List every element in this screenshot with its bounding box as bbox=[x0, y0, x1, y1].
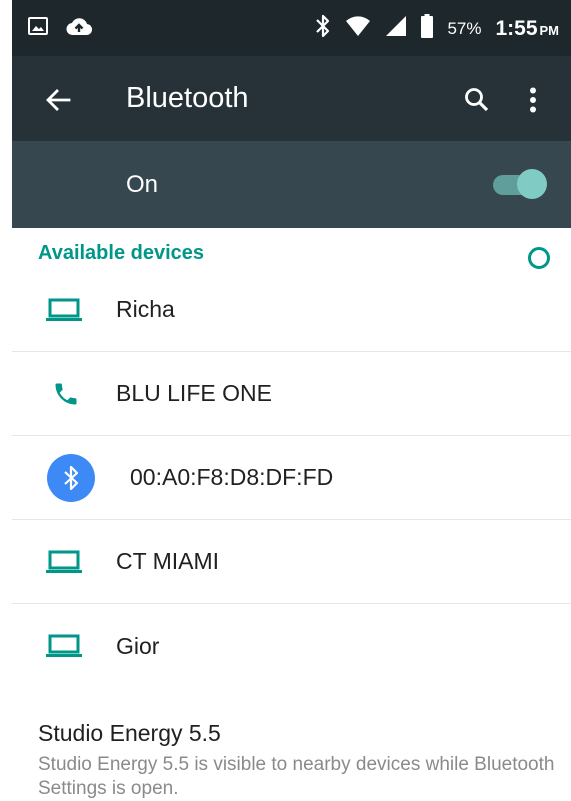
wifi-icon bbox=[345, 15, 371, 42]
cloud-upload-icon bbox=[66, 16, 93, 41]
device-name: 00:A0:F8:D8:DF:FD bbox=[130, 464, 334, 490]
battery-percent: 57% bbox=[447, 18, 482, 38]
available-devices-header: Available devices bbox=[38, 242, 205, 264]
device-item-gior[interactable]: Gior bbox=[12, 604, 571, 688]
device-visibility-title: Studio Energy 5.5 bbox=[38, 720, 221, 746]
device-name: Richa bbox=[116, 296, 175, 322]
bluetooth-icon bbox=[315, 13, 331, 44]
device-list: Richa BLU LIFE ONE 00:A0:F8:D8:DF:FD CT … bbox=[12, 268, 571, 688]
device-name: Gior bbox=[116, 632, 160, 659]
more-vert-icon bbox=[530, 87, 536, 113]
device-item-ct-miami[interactable]: CT MIAMI bbox=[12, 520, 571, 604]
search-icon bbox=[465, 88, 489, 112]
clock: 1:55 PM bbox=[495, 17, 559, 41]
status-right-icons: 57% 1:55 PM bbox=[315, 13, 559, 44]
bluetooth-toggle[interactable] bbox=[489, 169, 547, 199]
cellular-signal-icon bbox=[385, 15, 407, 42]
status-bar: 57% 1:55 PM bbox=[12, 0, 571, 56]
battery-icon bbox=[421, 14, 434, 43]
laptop-icon bbox=[46, 520, 82, 603]
image-icon bbox=[28, 17, 48, 40]
scanning-progress-icon bbox=[528, 247, 550, 269]
search-button[interactable] bbox=[457, 80, 497, 120]
bluetooth-switch-bar[interactable]: On bbox=[12, 141, 571, 228]
device-item-blu-life-one[interactable]: BLU LIFE ONE bbox=[12, 352, 571, 436]
toggle-thumb bbox=[517, 169, 547, 199]
laptop-icon bbox=[46, 268, 82, 351]
device-name: CT MIAMI bbox=[116, 548, 220, 574]
device-item-richa[interactable]: Richa bbox=[12, 268, 571, 352]
clock-ampm: PM bbox=[539, 22, 560, 38]
device-name: BLU LIFE ONE bbox=[116, 380, 272, 406]
more-options-button[interactable] bbox=[513, 80, 553, 120]
device-item-00-a0-f8-d8-df-fd[interactable]: 00:A0:F8:D8:DF:FD bbox=[12, 436, 571, 520]
arrow-back-icon bbox=[46, 89, 71, 111]
phone-icon bbox=[52, 352, 80, 435]
clock-time: 1:55 bbox=[495, 16, 538, 40]
device-visibility-description: Studio Energy 5.5 is visible to nearby d… bbox=[38, 754, 555, 799]
laptop-icon bbox=[46, 604, 82, 688]
page-title: Bluetooth bbox=[126, 82, 249, 114]
bluetooth-device-icon bbox=[46, 436, 96, 519]
app-bar: Bluetooth bbox=[12, 56, 571, 141]
switch-label: On bbox=[126, 171, 159, 198]
visibility-info: Studio Energy 5.5 Studio Energy 5.5 is v… bbox=[38, 720, 558, 801]
back-button[interactable] bbox=[38, 80, 78, 120]
status-left-icons bbox=[28, 16, 93, 41]
